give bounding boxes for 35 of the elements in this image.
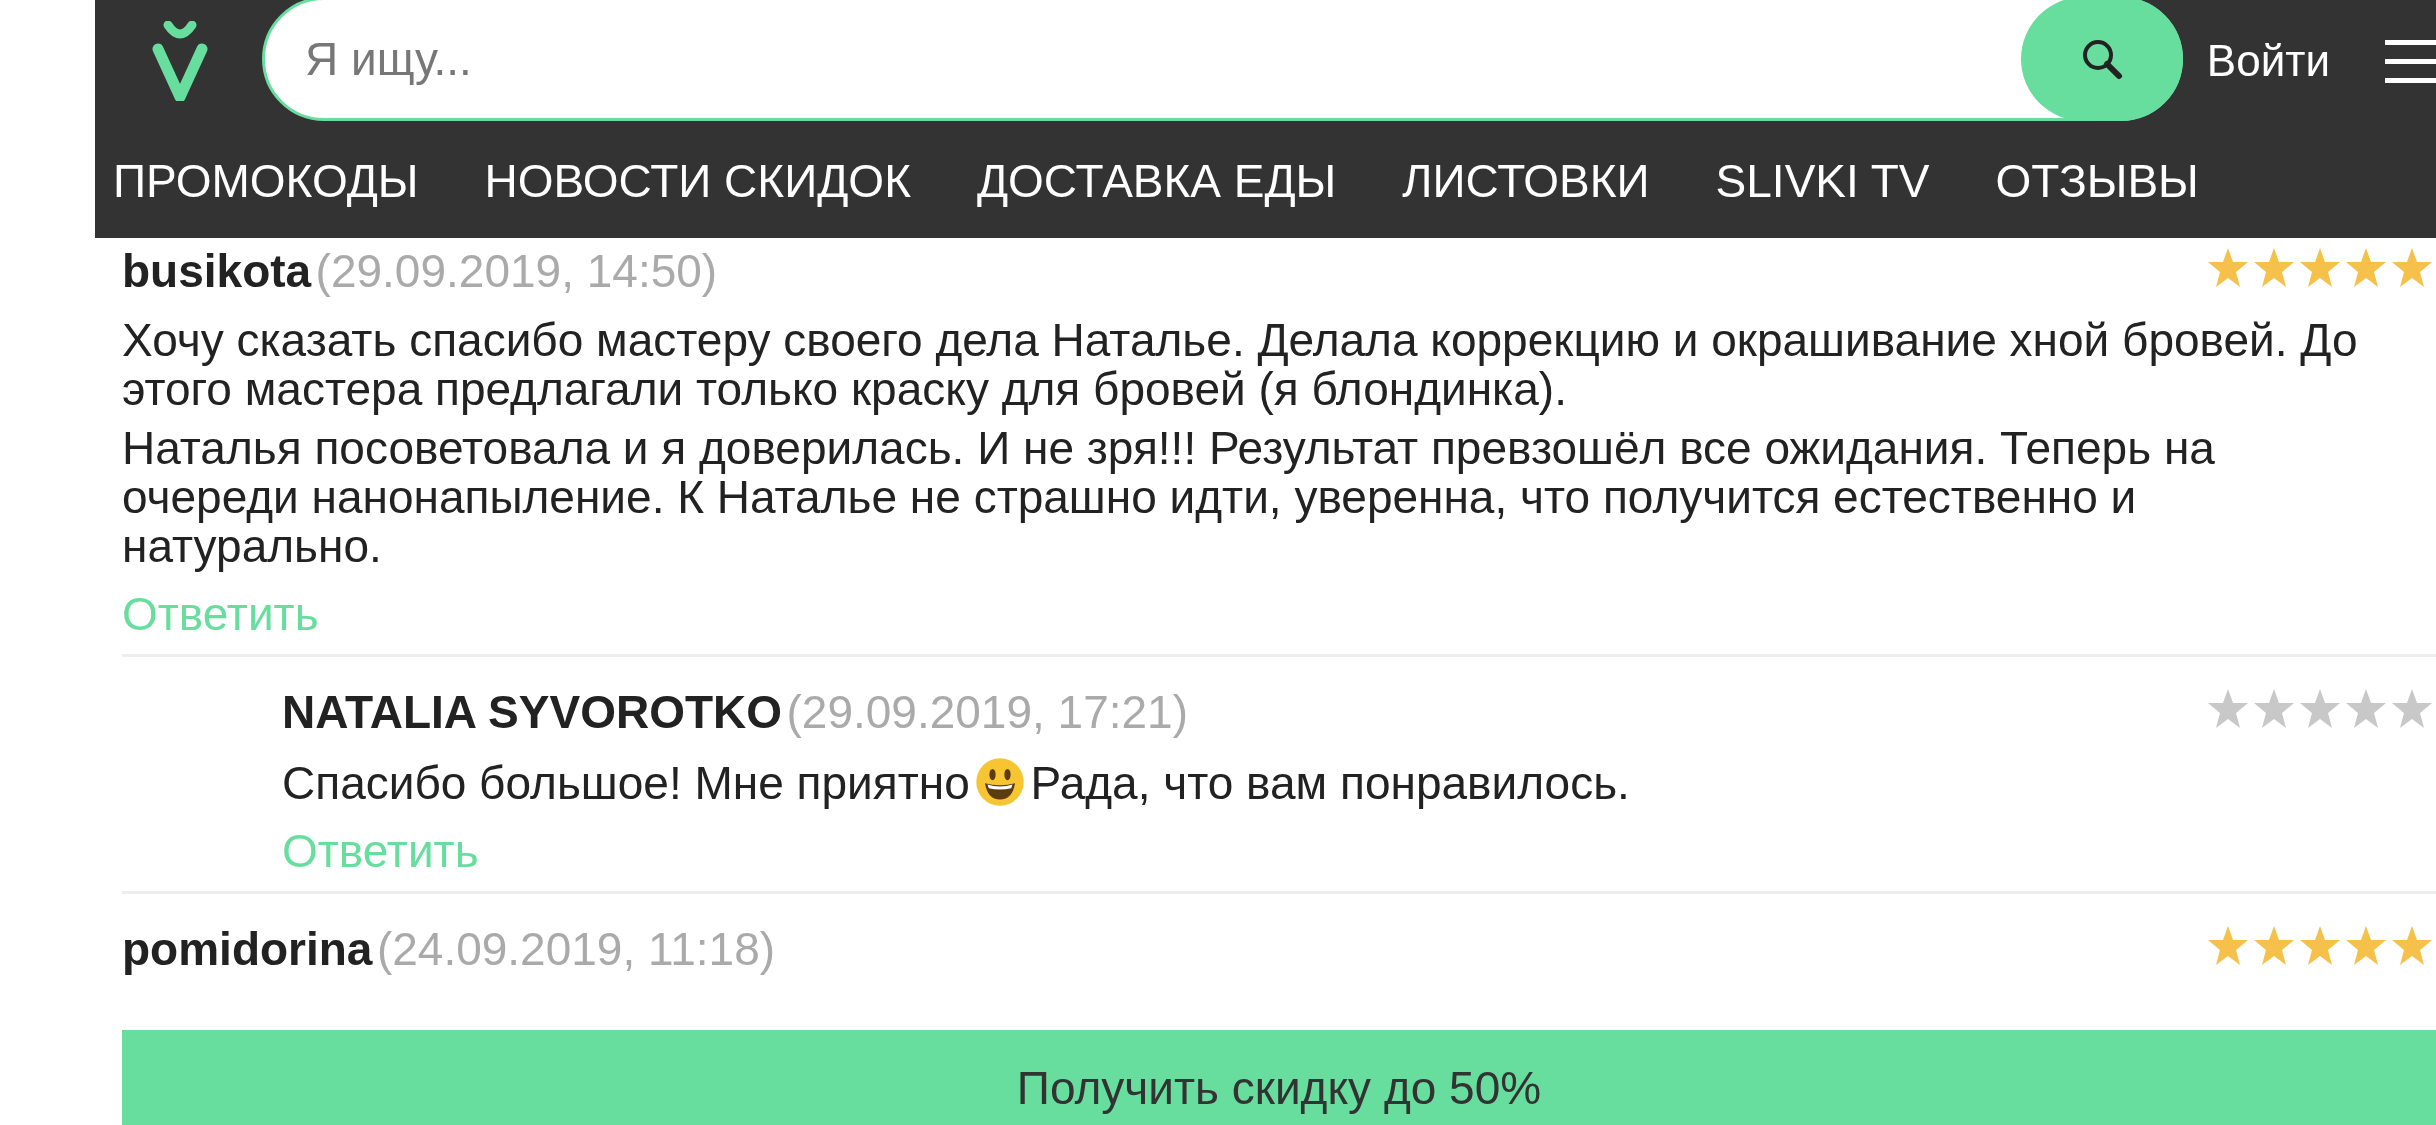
nav-link-item[interactable]: ОТЗЫВЫ (1995, 155, 2199, 207)
star-icon (2344, 246, 2388, 290)
star-icon (2298, 246, 2342, 290)
star-icon (2252, 924, 2296, 968)
logo-icon[interactable] (150, 21, 210, 101)
star-icon (2390, 687, 2434, 731)
nav-link-item[interactable]: НОВОСТИ СКИДОК (484, 155, 911, 207)
review-text: Спасибо большое! Мне приятно (282, 757, 970, 809)
author-name: NATALIA SYVOROTKO (282, 686, 783, 738)
review-text: Рада, что вам понравилось. (1030, 757, 1630, 809)
star-icon (2344, 687, 2388, 731)
star-icon (2390, 924, 2434, 968)
review-text: Наталья посоветовала и я доверилась. И не зря!!! Результат превзошёл все ожидания. Теперь на очереди нанонапыление. К Наталье не страшно идти, уверенна, что получится естественно и натурально. (122, 422, 2215, 572)
emoji-icon (974, 757, 1025, 807)
review-date: (29.09.2019, 17:21) (786, 686, 1189, 738)
star-icon (2252, 246, 2296, 290)
login-link[interactable]: Войти (2206, 28, 2330, 94)
star-icon (2206, 687, 2250, 731)
discount-button[interactable]: Получить скидку до 50% (122, 1030, 2436, 1125)
review-date: (24.09.2019, 11:18) (376, 923, 776, 975)
review-date: (29.09.2019, 14:50) (315, 245, 718, 297)
nav-link-item[interactable]: ПРОМОКОДЫ (113, 155, 419, 207)
star-icon (2252, 687, 2296, 731)
nav-link-item[interactable]: ЛИСТОВКИ (1402, 155, 1650, 207)
star-icon (2344, 924, 2388, 968)
star-icon (2206, 246, 2250, 290)
star-icon (2298, 687, 2342, 731)
star-icon (2298, 924, 2342, 968)
nav-link-item[interactable]: SLIVKI TV (1715, 155, 1930, 207)
star-icon (2390, 246, 2434, 290)
review-text: Хочу сказать спасибо мастеру своего дела Наталье. Делала коррекцию и окрашивание хной бровей. До этого мастера предлагали только краску для бровей (я блондинка). (122, 314, 2358, 415)
author-name: pomidorina (122, 923, 373, 975)
nav-link-item[interactable]: ДОСТАВКА ЕДЫ (976, 155, 1337, 207)
author-name: busikota (122, 245, 312, 297)
star-icon (2206, 924, 2250, 968)
